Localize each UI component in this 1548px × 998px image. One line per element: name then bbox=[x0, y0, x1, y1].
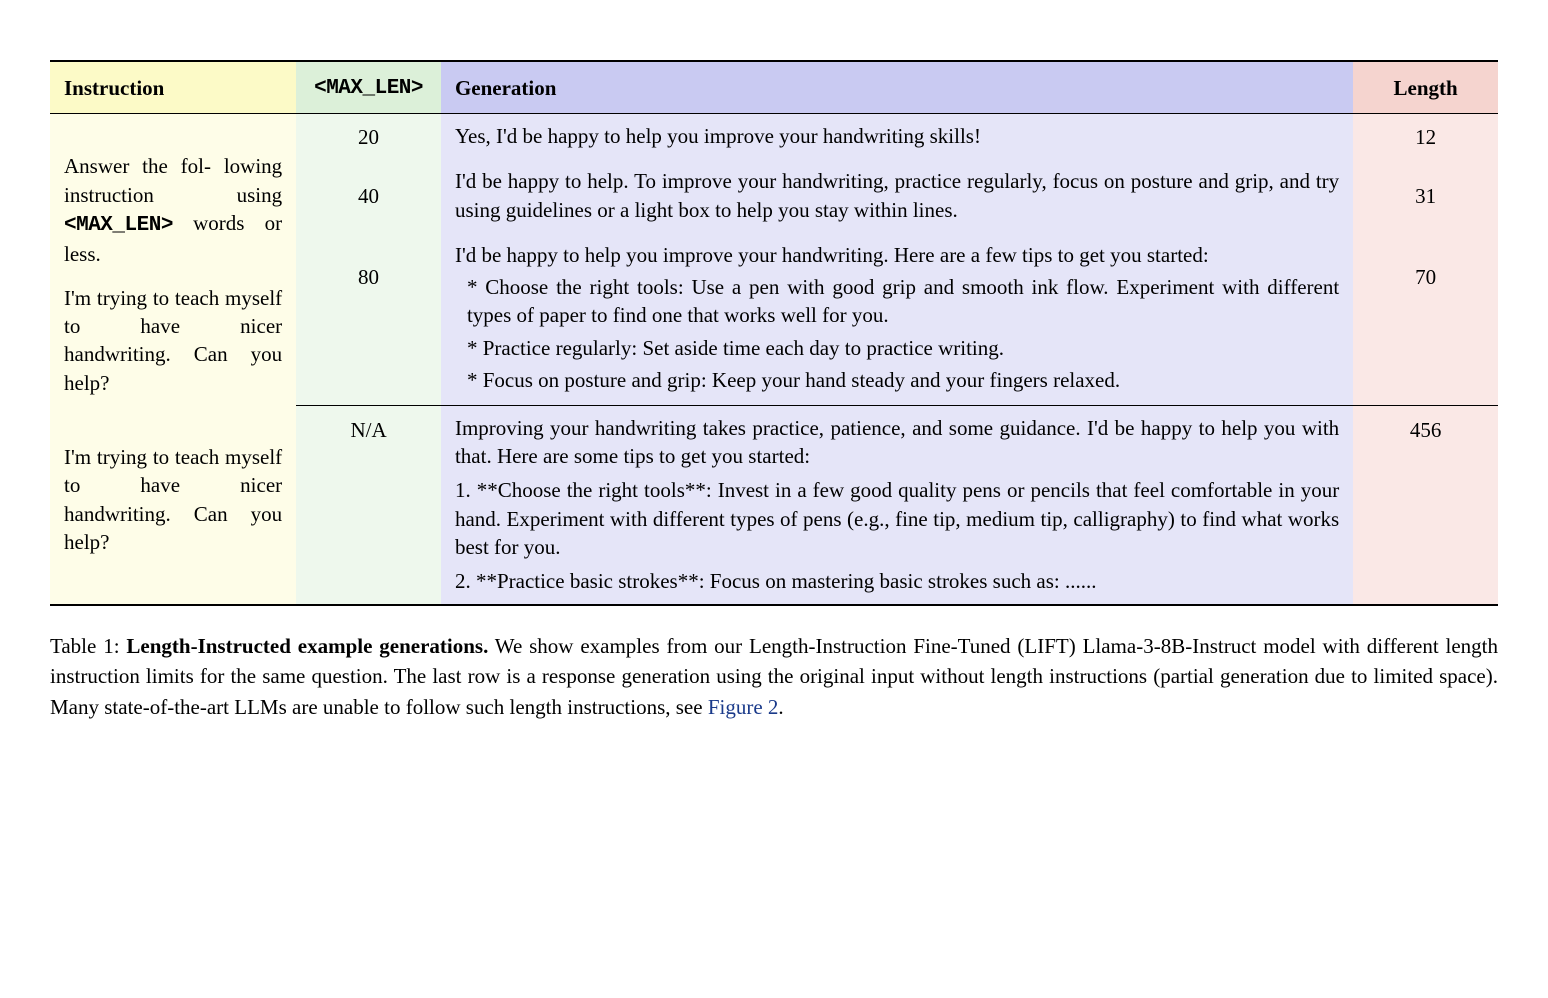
generation-bullet: * Focus on posture and grip: Keep your h… bbox=[455, 366, 1339, 394]
table-row: I'm trying to teach myself to have nicer… bbox=[50, 405, 1498, 605]
maxlen-cell: 20 bbox=[296, 114, 441, 159]
header-row: Instruction <MAX_LEN> Generation Length bbox=[50, 61, 1498, 114]
instruction-cell-group1: Answer the fol- lowing instruction using… bbox=[50, 114, 296, 405]
maxlen-cell: 40 bbox=[296, 159, 441, 233]
maxlen-cell: 80 bbox=[296, 233, 441, 405]
caption-period: . bbox=[778, 695, 783, 719]
header-generation: Generation bbox=[441, 61, 1353, 114]
header-maxlen: <MAX_LEN> bbox=[296, 61, 441, 114]
generation-bullet: * Practice regularly: Set aside time eac… bbox=[455, 334, 1339, 362]
length-cell: 12 bbox=[1353, 114, 1498, 159]
length-cell: 70 bbox=[1353, 233, 1498, 405]
header-instruction: Instruction bbox=[50, 61, 296, 114]
table-row: Answer the fol- lowing instruction using… bbox=[50, 114, 1498, 159]
caption-title: Length-Instructed example generations. bbox=[126, 634, 488, 658]
generation-cell: I'd be happy to help you improve your ha… bbox=[441, 233, 1353, 405]
generation-text: I'd be happy to help you improve your ha… bbox=[455, 241, 1339, 269]
instruction-code: <MAX_LEN> bbox=[64, 214, 173, 237]
header-length: Length bbox=[1353, 61, 1498, 114]
figure-link[interactable]: Figure 2 bbox=[708, 695, 779, 719]
length-cell: 456 bbox=[1353, 405, 1498, 605]
generation-bullet: * Choose the right tools: Use a pen with… bbox=[455, 273, 1339, 330]
caption-label: Table 1: bbox=[50, 634, 126, 658]
table-caption: Table 1: Length-Instructed example gener… bbox=[50, 631, 1498, 722]
generation-text: Improving your handwriting takes practic… bbox=[455, 414, 1339, 471]
instruction-question: I'm trying to teach myself to have nicer… bbox=[64, 413, 282, 556]
generation-cell: Yes, I'd be happy to help you improve yo… bbox=[441, 114, 1353, 159]
length-cell: 31 bbox=[1353, 159, 1498, 233]
generation-text: Yes, I'd be happy to help you improve yo… bbox=[455, 122, 1339, 150]
instruction-question: I'm trying to teach myself to have nicer… bbox=[64, 269, 282, 397]
table-1: Instruction <MAX_LEN> Generation Length … bbox=[50, 60, 1498, 606]
generation-cell: I'd be happy to help. To improve your ha… bbox=[441, 159, 1353, 233]
maxlen-cell: N/A bbox=[296, 405, 441, 605]
generation-text: 2. **Practice basic strokes**: Focus on … bbox=[455, 567, 1339, 595]
generation-text: 1. **Choose the right tools**: Invest in… bbox=[455, 476, 1339, 561]
generation-cell: Improving your handwriting takes practic… bbox=[441, 405, 1353, 605]
instruction-text: Answer the fol- bbox=[64, 154, 211, 178]
generation-text: I'd be happy to help. To improve your ha… bbox=[455, 167, 1339, 224]
length-instructed-table: Instruction <MAX_LEN> Generation Length … bbox=[50, 60, 1498, 606]
instruction-cell-group2: I'm trying to teach myself to have nicer… bbox=[50, 405, 296, 605]
